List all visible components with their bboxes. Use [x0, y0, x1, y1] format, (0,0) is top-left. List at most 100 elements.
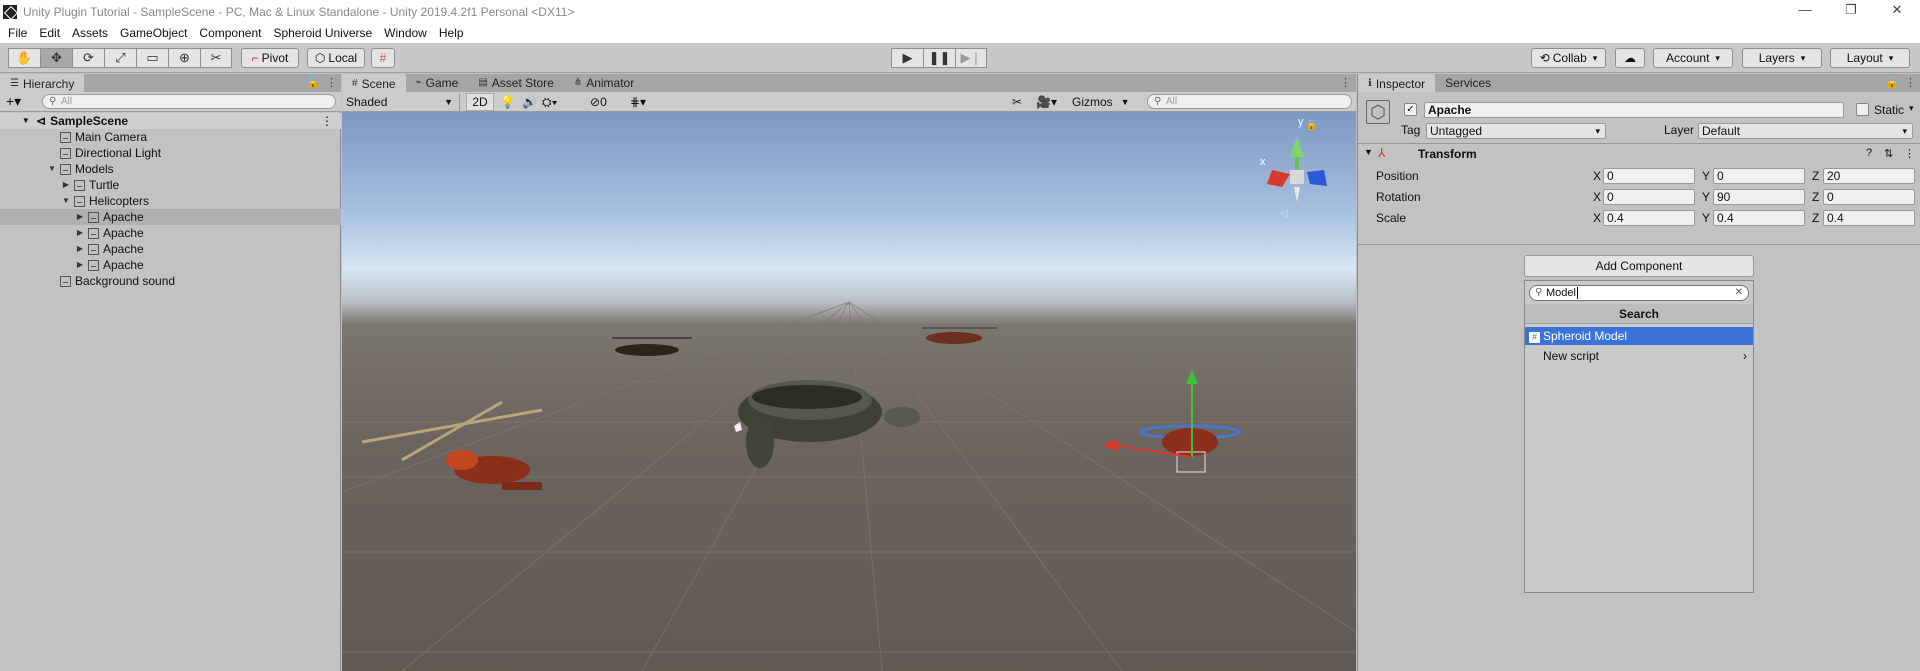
component-search-input[interactable]: Model ✕: [1529, 285, 1749, 301]
menu-window[interactable]: Window: [378, 26, 433, 40]
collab-dropdown[interactable]: ⟲ Collab: [1531, 48, 1606, 68]
effects-toggle-icon[interactable]: ⛭▾: [542, 93, 557, 111]
layer-dropdown[interactable]: Default: [1698, 123, 1913, 139]
tree-row-apache[interactable]: ▶ Apache: [0, 241, 341, 257]
scale-y-field[interactable]: 0.4: [1713, 210, 1805, 226]
2d-toggle[interactable]: 2D: [466, 93, 494, 111]
tree-row-models[interactable]: ▼ Models: [0, 161, 341, 177]
menu-edit[interactable]: Edit: [33, 26, 66, 40]
gameobject-large-icon[interactable]: ⬡: [1366, 100, 1390, 124]
tree-row-directional-light[interactable]: Directional Light: [0, 145, 341, 161]
component-menu-icon[interactable]: ⋮: [1904, 147, 1915, 160]
tab-asset-store[interactable]: ▤ Asset Store: [468, 74, 563, 92]
move-tool-icon[interactable]: ✥: [40, 48, 72, 68]
menu-file[interactable]: File: [2, 26, 33, 40]
lock-icon[interactable]: 🔒: [1885, 76, 1899, 89]
tree-row-main-camera[interactable]: Main Camera: [0, 129, 341, 145]
tab-inspector[interactable]: ℹ Inspector: [1358, 74, 1436, 92]
kebab-menu-icon[interactable]: ⋮: [1340, 76, 1351, 89]
layout-dropdown[interactable]: Layout: [1830, 48, 1910, 68]
minimize-button[interactable]: —: [1782, 0, 1828, 23]
rotation-y-field[interactable]: 90: [1713, 189, 1805, 205]
tree-row-background-sound[interactable]: Background sound: [0, 273, 341, 289]
tree-row-apache-selected[interactable]: ▶ Apache: [0, 209, 341, 225]
popup-item-spheroid-model[interactable]: # Spheroid Model: [1525, 327, 1753, 345]
position-z-field[interactable]: 20: [1823, 168, 1915, 184]
expand-arrow-icon[interactable]: ▼: [0, 113, 32, 129]
static-checkbox[interactable]: [1856, 103, 1869, 116]
menu-component[interactable]: Component: [193, 26, 267, 40]
collapsed-arrow-icon[interactable]: ▶: [74, 257, 86, 273]
expand-arrow-icon[interactable]: ▼: [1364, 147, 1373, 157]
gizmos-dropdown[interactable]: Gizmos ▼: [1072, 93, 1130, 111]
gizmo-lock-icon[interactable]: 🔒: [1305, 120, 1317, 131]
collapsed-arrow-icon[interactable]: ▶: [74, 225, 86, 241]
position-x-field[interactable]: 0: [1603, 168, 1695, 184]
maximize-button[interactable]: ❐: [1828, 0, 1874, 23]
tab-hierarchy[interactable]: ☰ Hierarchy: [0, 74, 85, 92]
hierarchy-search-input[interactable]: All: [42, 94, 336, 109]
popup-item-new-script[interactable]: New script ›: [1525, 347, 1753, 365]
grid-toggle-icon[interactable]: ⋕▾: [630, 93, 646, 111]
scale-z-field[interactable]: 0.4: [1823, 210, 1915, 226]
rotation-x-field[interactable]: 0: [1603, 189, 1695, 205]
tree-row-apache[interactable]: ▶ Apache: [0, 257, 341, 273]
tree-row-samplescene[interactable]: ▼ ⊲ SampleScene ⋮: [0, 113, 341, 129]
kebab-menu-icon[interactable]: ⋮: [1905, 76, 1916, 89]
camera-icon[interactable]: 🎥▾: [1036, 93, 1057, 111]
audio-toggle-icon[interactable]: 🔊: [522, 93, 537, 111]
pause-button[interactable]: ❚❚: [923, 48, 955, 68]
pivot-toggle[interactable]: ⌐ Pivot: [241, 48, 299, 68]
menu-assets[interactable]: Assets: [66, 26, 114, 40]
static-dropdown-icon[interactable]: ▾: [1909, 103, 1914, 114]
rect-tool-icon[interactable]: ▭: [136, 48, 168, 68]
scale-tool-icon[interactable]: ⤢: [104, 48, 136, 68]
menu-spheroid-universe[interactable]: Spheroid Universe: [267, 26, 378, 40]
scene-search-input[interactable]: All: [1147, 94, 1352, 109]
clear-search-icon[interactable]: ✕: [1735, 286, 1743, 300]
position-y-field[interactable]: 0: [1713, 168, 1805, 184]
close-button[interactable]: ✕: [1874, 0, 1920, 23]
hidden-objects-toggle[interactable]: ⊘ 0: [590, 93, 607, 111]
preset-icon[interactable]: ⇅: [1884, 147, 1893, 160]
lock-icon[interactable]: 🔒: [306, 76, 320, 89]
expand-arrow-icon[interactable]: ▼: [46, 161, 58, 177]
lighting-toggle-icon[interactable]: 💡: [500, 93, 515, 111]
local-toggle[interactable]: ⬡ Local: [307, 48, 365, 68]
hand-tool-icon[interactable]: ✋: [8, 48, 40, 68]
kebab-menu-icon[interactable]: ⋮: [326, 76, 337, 89]
menu-help[interactable]: Help: [433, 26, 470, 40]
tree-row-apache[interactable]: ▶ Apache: [0, 225, 341, 241]
help-icon[interactable]: ?: [1866, 147, 1872, 159]
transform-tool-icon[interactable]: ⊕: [168, 48, 200, 68]
tab-animator[interactable]: ⋔ Animator: [564, 74, 644, 92]
collapsed-arrow-icon[interactable]: ▶: [60, 177, 72, 193]
tree-row-helicopters[interactable]: ▼ Helicopters: [0, 193, 341, 209]
scene-viewport[interactable]: 🔒 y x ◁: [342, 112, 1356, 671]
create-plus-button[interactable]: +▾: [6, 93, 21, 110]
tools-icon[interactable]: ✂: [1012, 93, 1022, 111]
shading-mode-dropdown[interactable]: Shaded ▼: [346, 93, 460, 111]
tab-game[interactable]: ⌁ Game: [406, 74, 469, 92]
scene-menu-icon[interactable]: ⋮: [321, 113, 333, 129]
tag-dropdown[interactable]: Untagged: [1426, 123, 1606, 139]
cloud-icon[interactable]: ☁: [1615, 48, 1645, 68]
menu-gameobject[interactable]: GameObject: [114, 26, 193, 40]
account-dropdown[interactable]: Account: [1653, 48, 1733, 68]
rotate-tool-icon[interactable]: ⟳: [72, 48, 104, 68]
tree-row-turtle[interactable]: ▶ Turtle: [0, 177, 341, 193]
tab-scene[interactable]: # Scene: [342, 74, 406, 92]
custom-tool-icon[interactable]: ✂: [200, 48, 232, 68]
active-checkbox[interactable]: ✓: [1404, 103, 1417, 116]
expand-arrow-icon[interactable]: ▼: [60, 193, 72, 209]
step-button[interactable]: ▶❘: [955, 48, 987, 68]
play-button[interactable]: ▶: [891, 48, 923, 68]
rotation-z-field[interactable]: 0: [1823, 189, 1915, 205]
perspective-label-icon[interactable]: ◁: [1280, 208, 1288, 219]
snap-grid-icon[interactable]: #: [371, 48, 395, 68]
transform-header[interactable]: ▼ ⅄ Transform ? ⇅ ⋮: [1358, 144, 1920, 164]
tab-services[interactable]: Services: [1435, 74, 1501, 92]
collapsed-arrow-icon[interactable]: ▶: [74, 241, 86, 257]
object-name-field[interactable]: Apache: [1424, 102, 1844, 118]
collapsed-arrow-icon[interactable]: ▶: [74, 209, 86, 225]
